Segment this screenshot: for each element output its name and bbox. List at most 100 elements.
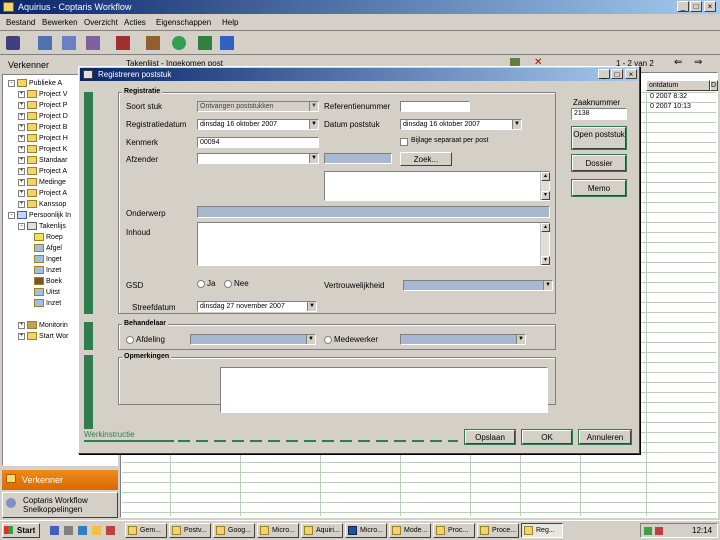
menu-help[interactable]: Help — [222, 18, 238, 27]
key-icon[interactable] — [146, 36, 160, 50]
folder-icon — [6, 474, 16, 483]
annuleren-button[interactable]: Annuleren — [578, 429, 632, 445]
calendar-icon[interactable] — [220, 36, 234, 50]
onderwerp-input[interactable] — [197, 206, 550, 218]
tree-item[interactable]: + Project K — [18, 144, 67, 155]
task-button[interactable]: Aquiri... — [301, 523, 343, 538]
snelkoppelingen-shortcut[interactable]: Coptaris Workflow Snelkoppelingen — [2, 492, 118, 518]
tree-item[interactable]: + Kanssop — [18, 199, 66, 210]
zoek-button[interactable]: Zoek... — [400, 152, 452, 166]
menu-bewerken[interactable]: Bewerken — [42, 18, 78, 27]
vertrouwelijkheid-select[interactable]: ▼ — [403, 280, 553, 291]
open-poststuk-button[interactable]: Open poststuk — [571, 126, 627, 150]
quicklaunch-icon[interactable] — [64, 526, 73, 535]
tree-item[interactable]: Uitst — [34, 287, 60, 298]
gsd-nee-radio[interactable]: Nee — [224, 279, 249, 288]
minimize-icon[interactable]: _ — [677, 1, 689, 12]
inhoud-textarea[interactable] — [197, 222, 550, 266]
grid-line — [122, 492, 716, 493]
open-icon[interactable] — [6, 36, 20, 50]
gsd-ja-radio[interactable]: Ja — [197, 279, 215, 288]
tree-item[interactable]: Boek — [34, 276, 62, 287]
streefdatum-picker[interactable]: dinsdag 27 november 2007 ▼ — [197, 301, 317, 312]
column-header-d[interactable]: D — [710, 80, 718, 91]
menu-bestand[interactable]: Bestand — [6, 18, 35, 27]
next-page-icon[interactable]: ⇒ — [694, 58, 702, 68]
opslaan-button[interactable]: Opslaan — [464, 429, 516, 445]
kenmerk-input[interactable]: 00094 — [197, 137, 319, 148]
tree-item[interactable]: + Start Wor — [18, 331, 68, 342]
menu-eigenschappen[interactable]: Eigenschappen — [156, 18, 211, 27]
tree-item[interactable]: + Project H — [18, 133, 68, 144]
tree-item[interactable]: + Project A — [18, 166, 67, 177]
referentie-input[interactable] — [400, 101, 470, 112]
close-icon[interactable]: × — [704, 1, 716, 12]
envelope-icon[interactable] — [62, 36, 76, 50]
tree-item[interactable]: Inzet — [34, 298, 61, 309]
adres-scrollbar[interactable]: ▲ ▼ — [540, 172, 550, 200]
dialog-minimize-icon[interactable]: _ — [598, 69, 610, 79]
memo-button[interactable]: Memo — [571, 179, 627, 197]
tray-icon[interactable] — [644, 527, 652, 535]
bijlage-checkbox[interactable] — [400, 138, 408, 146]
quicklaunch-icon[interactable] — [50, 526, 59, 535]
tree-item[interactable]: - Publieke A — [8, 78, 62, 89]
task-button[interactable]: Gem... — [125, 523, 167, 538]
menu-overzicht[interactable]: Overzicht — [84, 18, 118, 27]
tree-item[interactable]: - Takenlijs — [18, 221, 66, 232]
quicklaunch-icon[interactable] — [78, 526, 87, 535]
tree-item[interactable]: + Project P — [18, 100, 67, 111]
tree-item[interactable]: + Monitorin — [18, 320, 68, 331]
opmerkingen-textarea[interactable] — [220, 367, 548, 413]
registratiedatum-picker[interactable]: dinsdag 16 oktober 2007 ▼ — [197, 119, 319, 130]
mail-icon[interactable] — [38, 36, 52, 50]
tree-item[interactable]: + Medinge — [18, 177, 66, 188]
task-button[interactable]: Proc... — [433, 523, 475, 538]
verkenner-shortcut[interactable]: Verkenner — [2, 470, 118, 490]
tree-item[interactable]: Inzet — [34, 265, 61, 276]
afzender-adres[interactable] — [324, 171, 550, 201]
tree-item[interactable]: Afgel — [34, 243, 62, 254]
column-header[interactable]: ontdatum — [646, 80, 710, 91]
inhoud-scrollbar[interactable]: ▲ ▼ — [540, 223, 550, 265]
task-button[interactable]: Goog... — [213, 523, 255, 538]
globe-icon[interactable] — [172, 36, 186, 50]
afdeling-select[interactable]: ▼ — [190, 334, 316, 345]
dialog-maximize-icon[interactable]: □ — [611, 69, 623, 79]
maximize-icon[interactable]: □ — [690, 1, 702, 12]
tree-item[interactable]: + Project B — [18, 122, 67, 133]
afdeling-radio[interactable]: Afdeling — [126, 335, 165, 344]
tree-item[interactable]: + Project D — [18, 111, 68, 122]
afzender-select[interactable]: ▼ — [197, 153, 319, 164]
quicklaunch-icon[interactable] — [106, 526, 115, 535]
task-row-date[interactable]: 0 2007 8:32 — [650, 93, 687, 100]
task-button[interactable]: Micro... — [345, 523, 387, 538]
prev-page-icon[interactable]: ⇐ — [674, 58, 682, 68]
dossier-button[interactable]: Dossier — [571, 154, 627, 172]
dialog-close-icon[interactable]: × — [625, 69, 637, 79]
ok-button[interactable]: OK — [521, 429, 573, 445]
task-row-date[interactable]: 0 2007 10:13 — [650, 103, 691, 110]
document-icon[interactable] — [86, 36, 100, 50]
task-button-active[interactable]: Reg... — [521, 523, 563, 538]
report-icon[interactable] — [116, 36, 130, 50]
task-button[interactable]: Proce... — [477, 523, 519, 538]
tree-item[interactable]: + Project A — [18, 188, 67, 199]
tree-item[interactable]: + Standaar — [18, 155, 67, 166]
lamp-icon[interactable] — [198, 36, 212, 50]
tree-item[interactable]: + Project V — [18, 89, 67, 100]
tree-item[interactable]: - Persoonlijk In — [8, 210, 71, 221]
datum-poststuk-picker[interactable]: dinsdag 16 oktober 2007 ▼ — [400, 119, 522, 130]
medewerker-select[interactable]: ▼ — [400, 334, 526, 345]
task-button[interactable]: Postv... — [169, 523, 211, 538]
tree-item[interactable]: Inget — [34, 254, 62, 265]
soortstuk-select[interactable]: Ontvangen poststukken ▼ — [197, 101, 319, 112]
tree-item[interactable]: Roep — [34, 232, 63, 243]
menu-acties[interactable]: Acties — [124, 18, 146, 27]
tray-icon[interactable] — [655, 527, 663, 535]
medewerker-radio[interactable]: Medewerker — [324, 335, 378, 344]
task-button[interactable]: Mode... — [389, 523, 431, 538]
quicklaunch-icon[interactable] — [92, 526, 101, 535]
afzender-code[interactable] — [324, 153, 392, 164]
task-button[interactable]: Micro... — [257, 523, 299, 538]
